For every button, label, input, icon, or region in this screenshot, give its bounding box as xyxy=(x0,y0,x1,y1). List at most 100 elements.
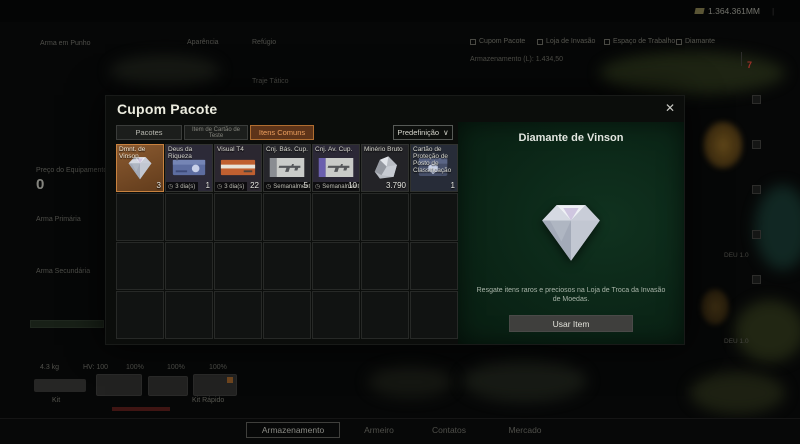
empty-cell[interactable] xyxy=(116,193,164,241)
modal-header: Cupom Pacote ✕ xyxy=(106,96,684,122)
map-texture xyxy=(110,55,220,87)
version-label: DEU 1.0 xyxy=(724,252,749,259)
card-orange-icon xyxy=(219,153,257,182)
chevron-down-icon: ∨ xyxy=(443,128,449,137)
tab-contatos[interactable]: Contatos xyxy=(418,422,480,438)
notification-dot xyxy=(227,377,233,383)
side-menu-icon[interactable] xyxy=(752,230,761,239)
label-arma-em-punho: Arma em Punho xyxy=(40,40,91,47)
empty-cell[interactable] xyxy=(214,242,262,290)
item-name: Visual T4 xyxy=(217,146,259,153)
crest-emblem xyxy=(702,120,744,170)
tab-item-cartao-teste[interactable]: Item de Cartão de Teste xyxy=(184,125,248,140)
label-refugio: Refúgio xyxy=(252,39,276,46)
side-menu-icon[interactable] xyxy=(752,140,761,149)
version-label: DEU 1.0 xyxy=(724,338,749,345)
empty-cell[interactable] xyxy=(410,193,458,241)
item-cell-min-rio-bruto[interactable]: Minério Bruto 3.790 xyxy=(361,144,409,192)
item-name: Dmnt. de Vinson xyxy=(119,146,161,160)
gem-icon xyxy=(676,39,682,45)
empty-cell[interactable] xyxy=(263,193,311,241)
empty-cell[interactable] xyxy=(312,291,360,339)
item-name: Cnj. Bás. Cup. xyxy=(266,146,308,153)
item-name: Minério Bruto xyxy=(364,146,406,153)
empty-cell[interactable] xyxy=(410,291,458,339)
slot-label-kit-rapido: Kit Rápido xyxy=(192,397,224,404)
clock-icon: ◷ xyxy=(315,183,320,190)
side-menu-icon[interactable] xyxy=(752,95,761,104)
nav-loja-invasao[interactable]: Loja de Invasão xyxy=(537,38,595,45)
nav-diamante[interactable]: Diamante xyxy=(676,38,715,45)
tab-armeiro[interactable]: Armeiro xyxy=(348,422,410,438)
nav-cupom-pacote[interactable]: Cupom Pacote xyxy=(470,38,525,45)
clock-icon: ◷ xyxy=(217,183,222,190)
empty-cell[interactable] xyxy=(214,193,262,241)
item-name: Deus da Riqueza xyxy=(168,146,210,160)
item-grid: Dmnt. de Vinson 3 Deus da Riqueza ◷3 dia(s)… xyxy=(116,144,458,339)
close-icon[interactable]: ✕ xyxy=(665,101,675,115)
use-item-button[interactable]: Usar Item xyxy=(509,315,633,332)
stat-weight: 4.3 kg xyxy=(40,364,59,371)
empty-cell[interactable] xyxy=(165,193,213,241)
shop-icon xyxy=(537,39,543,45)
modal-tabs: Pacotes Item de Cartão de Teste Itens Co… xyxy=(116,122,458,143)
item-cell-cart-o-de-prote-o-de-posto-de-classifica-o[interactable]: Cartão de Proteção de Posto de Classific… xyxy=(410,144,458,192)
item-count: 1 xyxy=(451,181,455,190)
cupom-pacote-modal: Cupom Pacote ✕ Pacotes Item de Cartão de… xyxy=(105,95,685,345)
side-menu-icon[interactable] xyxy=(752,185,761,194)
empty-cell[interactable] xyxy=(165,291,213,339)
weapon-silhouette xyxy=(34,379,86,392)
slot-label-kit: Kit xyxy=(52,397,60,404)
workbench-icon xyxy=(604,39,610,45)
item-duration-badge: ◷3 dia(s) xyxy=(166,182,198,191)
item-count: 3.790 xyxy=(386,181,406,190)
diamond-image xyxy=(523,194,619,268)
item-cell-dmnt-de-vinson[interactable]: Dmnt. de Vinson 3 xyxy=(116,144,164,192)
ticket-icon xyxy=(470,39,476,45)
empty-cell[interactable] xyxy=(116,291,164,339)
empty-cell[interactable] xyxy=(361,291,409,339)
bottom-tab-bar: Armazenamento Armeiro Contatos Mercado ♟… xyxy=(0,418,800,444)
empty-cell[interactable] xyxy=(361,193,409,241)
empty-cell[interactable] xyxy=(263,291,311,339)
preset-dropdown[interactable]: Predefinição ∨ xyxy=(393,125,453,140)
item-count: 22 xyxy=(250,181,259,190)
empty-cell[interactable] xyxy=(312,242,360,290)
item-cell-cnj-av-cup[interactable]: Cnj. Av. Cup.◷Semanalmente10 xyxy=(312,144,360,192)
equip-slot[interactable] xyxy=(96,374,142,396)
equip-price-value: 0 xyxy=(36,176,44,193)
empty-cell[interactable] xyxy=(312,193,360,241)
tab-armazenamento[interactable]: Armazenamento xyxy=(246,422,340,438)
item-cell-visual-t4[interactable]: Visual T4◷3 dia(s)22 xyxy=(214,144,262,192)
item-list-pane: Pacotes Item de Cartão de Teste Itens Co… xyxy=(106,122,458,344)
label-aparencia: Aparência xyxy=(187,39,219,46)
alert-count: 7 xyxy=(747,60,752,70)
side-menu-icon[interactable] xyxy=(752,275,761,284)
nav-espaco-trabalho[interactable]: Espaço de Trabalho xyxy=(604,38,675,45)
money-icon xyxy=(694,8,704,14)
detail-description: Resgate itens raros e preciosos na Loja … xyxy=(472,286,670,304)
tab-mercado[interactable]: Mercado xyxy=(494,422,556,438)
item-name: Cnj. Av. Cup. xyxy=(315,146,357,153)
empty-cell[interactable] xyxy=(361,242,409,290)
warning-text-bar xyxy=(112,407,170,411)
item-cell-cnj-b-s-cup[interactable]: Cnj. Bás. Cup.◷Semanalmente5 xyxy=(263,144,311,192)
map-texture xyxy=(462,360,587,402)
map-texture xyxy=(735,300,800,362)
empty-cell[interactable] xyxy=(214,291,262,339)
equip-slot[interactable] xyxy=(148,376,188,396)
empty-cell[interactable] xyxy=(263,242,311,290)
tab-pacotes[interactable]: Pacotes xyxy=(116,125,182,140)
label-preco-equipamento: Preço do Equipamento: xyxy=(36,167,109,174)
empty-cell[interactable] xyxy=(116,242,164,290)
empty-cell[interactable] xyxy=(410,242,458,290)
map-texture xyxy=(600,52,785,94)
label-arma-secundaria: Arma Secundária xyxy=(36,268,90,275)
item-cell-deus-da-riqueza[interactable]: Deus da Riqueza◷3 dia(s)1 xyxy=(165,144,213,192)
label-traje-tatico: Traje Tático xyxy=(252,78,289,85)
tab-itens-comuns[interactable]: Itens Comuns xyxy=(250,125,314,140)
crest-emblem xyxy=(700,288,730,326)
item-count: 3 xyxy=(157,181,161,190)
map-texture xyxy=(755,185,800,270)
empty-cell[interactable] xyxy=(165,242,213,290)
